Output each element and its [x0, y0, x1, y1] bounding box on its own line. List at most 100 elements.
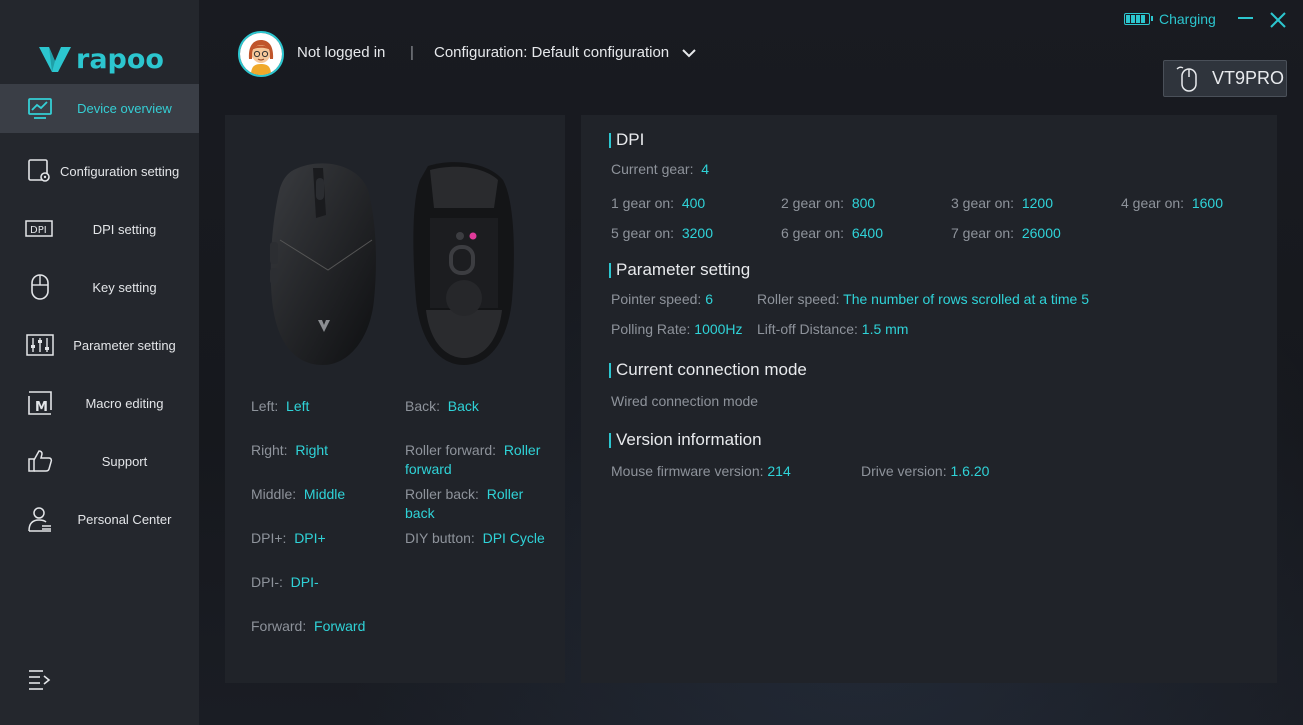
- sidebar-item-label: DPI setting: [92, 221, 157, 237]
- mapping-key-label: DPI-:: [251, 574, 283, 590]
- sidebar-item-parameter[interactable]: Parameter setting: [0, 316, 199, 374]
- svg-text:M: M: [35, 400, 48, 415]
- device-selector[interactable]: VT9PRO: [1163, 60, 1287, 97]
- version-section-title: Version information: [609, 430, 762, 450]
- param-label: Lift-off Distance:: [757, 321, 858, 337]
- button-mapping-panel: Left: Left Right: Right Middle: Middle D…: [225, 115, 565, 683]
- sidebar-item-personal-center[interactable]: Personal Center: [0, 490, 199, 548]
- dpi-gear-1: 1 gear on: 400: [611, 195, 705, 211]
- svg-text:DPI: DPI: [30, 225, 47, 236]
- mapping-right: Right: Right: [251, 441, 328, 460]
- mapping-value: DPI Cycle: [482, 530, 545, 546]
- mapping-key-label: Roller back:: [405, 486, 479, 502]
- gear-label: 7 gear on:: [951, 225, 1015, 241]
- section-title-text: Parameter setting: [616, 260, 751, 279]
- gear-label: 6 gear on:: [781, 225, 845, 241]
- section-title-text: Version information: [616, 430, 762, 449]
- sidebar-item-label: Macro editing: [85, 395, 164, 411]
- mapping-roller-back: Roller back: Roller back: [405, 485, 555, 523]
- dpi-gear-4: 4 gear on: 1600: [1121, 195, 1223, 211]
- lift-off-distance: Lift-off Distance: 1.5 mm: [757, 321, 908, 337]
- mouse-side-image: [270, 163, 376, 365]
- param-value: The number of rows scrolled at a time 5: [843, 291, 1090, 307]
- param-value: 6: [705, 291, 713, 307]
- section-title-text: Current connection mode: [616, 360, 807, 379]
- mapping-key-label: DPI+:: [251, 530, 287, 546]
- battery-icon: [1124, 13, 1153, 25]
- sidebar-item-dpi[interactable]: DPI DPI setting: [0, 200, 199, 258]
- param-label: Polling Rate:: [611, 321, 691, 337]
- gear-value: 1200: [1021, 195, 1053, 211]
- drive-version: Drive version: 1.6.20: [861, 463, 989, 479]
- mapping-diy-button: DIY button: DPI Cycle: [405, 529, 555, 548]
- device-name: VT9PRO: [1212, 68, 1285, 88]
- mapping-value: Back: [447, 398, 479, 414]
- sidebar-item-device-overview[interactable]: Device overview: [0, 84, 199, 133]
- dpi-gear-7: 7 gear on: 26000: [951, 225, 1061, 241]
- sidebar-item-support[interactable]: Support: [0, 432, 199, 490]
- gear-value: 400: [681, 195, 706, 211]
- version-value: 1.6.20: [950, 463, 990, 479]
- dpi-gear-6: 6 gear on: 6400: [781, 225, 883, 241]
- mapping-key-label: Roller forward:: [405, 442, 497, 458]
- sidebar-item-label: Support: [101, 453, 148, 469]
- user-avatar-icon: [240, 33, 282, 75]
- mapping-roller-forward: Roller forward: Roller forward: [405, 441, 555, 479]
- mapping-value: Forward: [314, 618, 366, 634]
- section-title-text: DPI: [616, 130, 645, 149]
- mapping-key-label: Middle:: [251, 486, 297, 502]
- version-value: 214: [767, 463, 791, 479]
- mapping-value: Middle: [303, 486, 346, 502]
- sidebar-item-label: Key setting: [92, 279, 157, 295]
- login-status[interactable]: Not logged in: [297, 44, 385, 61]
- sidebar-item-label: Device overview: [77, 101, 172, 116]
- mapping-key-label: Back:: [405, 398, 441, 414]
- mouse-device-icon: [1176, 66, 1197, 92]
- sidebar: rapoo Device overview Configuration sett…: [0, 0, 199, 725]
- mapping-key-label: DIY button:: [405, 530, 475, 546]
- configuration-label: Configuration: Default configuration: [434, 44, 670, 61]
- mapping-back: Back: Back: [405, 397, 555, 416]
- current-gear-label: Current gear:: [611, 161, 694, 177]
- charging-label: Charging: [1159, 11, 1216, 27]
- gear-value: 26000: [1021, 225, 1061, 241]
- gear-value: 3200: [681, 225, 713, 241]
- current-gear: Current gear: 4: [611, 161, 709, 177]
- sidebar-item-macro[interactable]: M Macro editing: [0, 374, 199, 432]
- avatar[interactable]: [238, 31, 284, 77]
- sidebar-item-label: Configuration setting: [60, 163, 180, 179]
- sidebar-item-configuration[interactable]: Configuration setting: [0, 142, 199, 200]
- connection-section-title: Current connection mode: [609, 360, 807, 380]
- mapping-middle: Middle: Middle: [251, 485, 345, 504]
- header-separator: |: [410, 44, 414, 61]
- dpi-gear-5: 5 gear on: 3200: [611, 225, 713, 241]
- dpi-gear-3: 3 gear on: 1200: [951, 195, 1053, 211]
- version-label: Drive version:: [861, 463, 947, 479]
- sidebar-item-key[interactable]: Key setting: [0, 258, 199, 316]
- config-gear-icon: [25, 156, 55, 186]
- chevron-down-icon: [682, 48, 696, 57]
- configuration-dropdown[interactable]: Configuration: Default configuration: [434, 44, 697, 61]
- sidebar-item-label: Personal Center: [77, 511, 172, 527]
- mapping-dpi-plus: DPI+: DPI+: [251, 529, 326, 548]
- gear-value: 1600: [1191, 195, 1223, 211]
- param-value: 1000Hz: [694, 321, 743, 337]
- gear-label: 1 gear on:: [611, 195, 675, 211]
- close-button[interactable]: [1268, 10, 1288, 30]
- mapping-forward: Forward: Forward: [251, 617, 365, 636]
- version-label: Mouse firmware version:: [611, 463, 764, 479]
- firmware-version: Mouse firmware version: 214: [611, 463, 791, 479]
- mapping-left: Left: Left: [251, 397, 309, 416]
- mouse-bottom-image: [413, 162, 514, 365]
- mapping-value: DPI+: [294, 530, 326, 546]
- gear-label: 5 gear on:: [611, 225, 675, 241]
- gear-label: 2 gear on:: [781, 195, 845, 211]
- polling-rate: Polling Rate: 1000Hz: [611, 321, 743, 337]
- mapping-key-label: Left:: [251, 398, 279, 414]
- close-icon: [1270, 12, 1286, 28]
- dpi-section-title: DPI: [609, 130, 644, 150]
- collapse-menu-icon[interactable]: [28, 668, 52, 690]
- minimize-button[interactable]: [1238, 17, 1253, 19]
- param-label: Roller speed:: [757, 291, 840, 307]
- gear-label: 3 gear on:: [951, 195, 1015, 211]
